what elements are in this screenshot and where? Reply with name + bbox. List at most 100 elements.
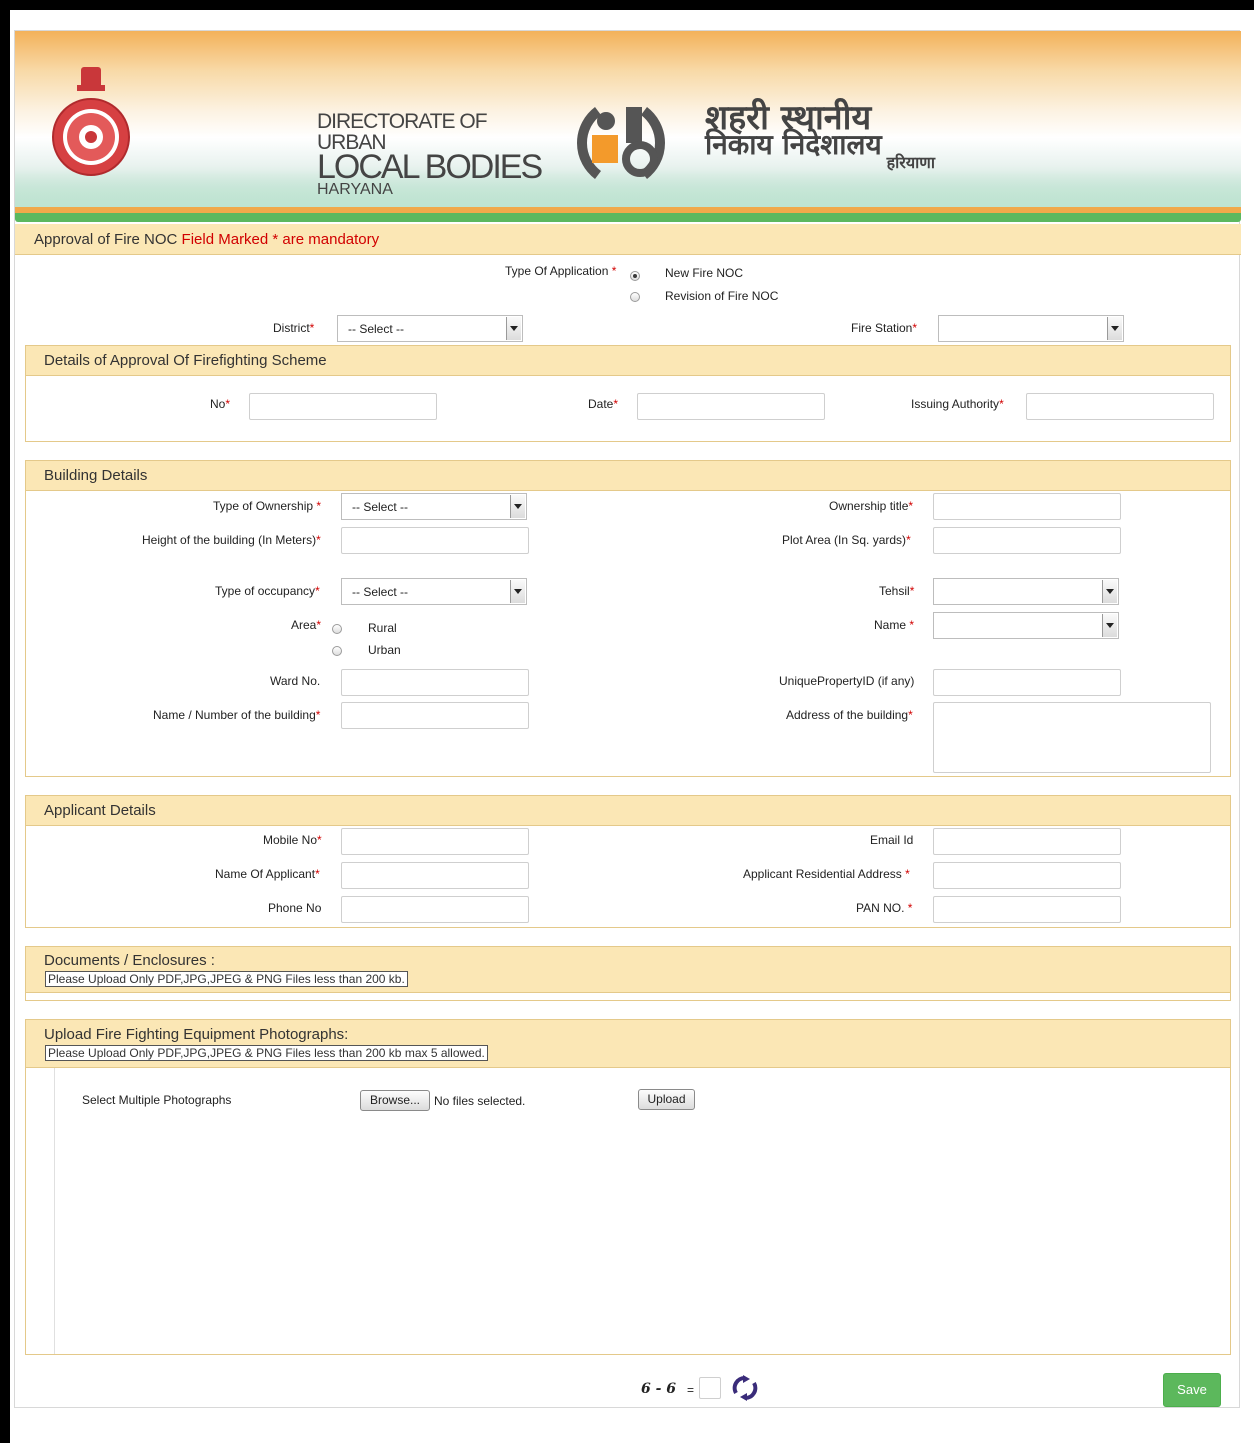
required-marker: * xyxy=(909,584,915,598)
phone-input[interactable] xyxy=(341,896,529,923)
scheme-no-label-text: No xyxy=(210,397,226,411)
form-title: Approval of Fire NOC Field Marked * are … xyxy=(34,231,379,248)
required-marker: * xyxy=(908,708,913,722)
unique-property-input[interactable] xyxy=(933,669,1121,696)
ward-label: Ward No. xyxy=(270,674,321,688)
required-marker: * xyxy=(909,618,915,632)
applicant-name-input[interactable] xyxy=(341,862,529,889)
noc-form-page: DIRECTORATE OF URBAN LOCAL BODIES HARYAN… xyxy=(14,30,1241,1408)
documents-note: Please Upload Only PDF,JPG,JPEG & PNG Fi… xyxy=(45,971,408,987)
name-label-text: Name xyxy=(874,618,910,632)
height-label: Height of the building (In Meters)* xyxy=(142,533,321,547)
phone-label: Phone No xyxy=(268,901,322,915)
mobile-label: Mobile No* xyxy=(263,833,322,847)
mobile-input[interactable] xyxy=(341,828,529,855)
scheme-date-label: Date* xyxy=(588,397,618,411)
height-label-text: Height of the building (In Meters) xyxy=(142,533,317,547)
applicant-name-label: Name Of Applicant* xyxy=(215,867,320,881)
district-label: District* xyxy=(273,321,314,335)
scheme-no-input[interactable] xyxy=(249,393,437,420)
occupancy-label-text: Type of occupancy xyxy=(215,584,316,598)
tehsil-label-text: Tehsil xyxy=(879,584,910,598)
chevron-down-icon xyxy=(506,317,521,340)
upload-button[interactable]: Upload xyxy=(638,1089,695,1110)
district-label-text: District xyxy=(273,321,310,335)
window-frame-top xyxy=(0,0,1254,10)
address-textarea[interactable] xyxy=(933,702,1211,773)
scheme-no-label: No* xyxy=(210,397,230,411)
name-label: Name * xyxy=(874,618,914,632)
refresh-icon[interactable] xyxy=(732,1375,758,1401)
radio-area-rural[interactable] xyxy=(332,624,342,634)
required-marker: * xyxy=(907,901,913,915)
captcha-equals: = xyxy=(687,1383,695,1397)
site-header: DIRECTORATE OF URBAN LOCAL BODIES HARYAN… xyxy=(15,31,1241,209)
email-label: Email Id xyxy=(870,833,914,847)
scheme-date-input[interactable] xyxy=(637,393,825,420)
issuing-authority-input[interactable] xyxy=(1026,393,1214,420)
chevron-down-icon xyxy=(510,495,525,518)
photos-note: Please Upload Only PDF,JPG,JPEG & PNG Fi… xyxy=(45,1045,488,1061)
plot-area-label-text: Plot Area (In Sq. yards) xyxy=(782,533,907,547)
building-name-input[interactable] xyxy=(341,702,529,729)
radio-area-urban[interactable] xyxy=(332,646,342,656)
area-rural-label: Rural xyxy=(368,621,397,635)
required-marker: * xyxy=(908,499,914,513)
building-name-label: Name / Number of the building* xyxy=(153,708,320,722)
issuing-authority-label-text: Issuing Authority xyxy=(911,397,1000,411)
occupancy-select[interactable]: -- Select -- xyxy=(341,578,527,605)
chevron-down-icon xyxy=(1102,614,1117,637)
header-green-stripe xyxy=(15,213,1241,222)
browse-button[interactable]: Browse... xyxy=(360,1090,430,1111)
email-input[interactable] xyxy=(933,828,1121,855)
required-marker: * xyxy=(912,321,918,335)
dulb-line2: LOCAL BODIES xyxy=(317,148,543,186)
haryana-emblem-icon xyxy=(52,67,130,176)
documents-heading-text: Documents / Enclosures : xyxy=(44,952,215,969)
unique-property-label: UniquePropertyID (if any) xyxy=(779,674,915,688)
application-type-label: Type Of Application * xyxy=(505,264,616,278)
save-button[interactable]: Save xyxy=(1163,1373,1221,1407)
fire-station-select[interactable] xyxy=(938,315,1124,342)
ownership-type-select[interactable]: -- Select -- xyxy=(341,493,527,520)
chevron-down-icon xyxy=(1102,580,1117,603)
issuing-authority-label: Issuing Authority* xyxy=(911,397,1004,411)
required-marker: * xyxy=(905,867,910,881)
name-select[interactable] xyxy=(933,612,1119,639)
district-select[interactable]: -- Select -- xyxy=(337,315,523,342)
residential-address-input[interactable] xyxy=(933,862,1121,889)
ownership-type-label-text: Type of Ownership xyxy=(213,499,317,513)
area-label-text: Area xyxy=(291,618,317,632)
radio-revision-fire-noc[interactable] xyxy=(630,292,640,302)
height-input[interactable] xyxy=(341,527,529,554)
ownership-title-input[interactable] xyxy=(933,493,1121,520)
tehsil-select[interactable] xyxy=(933,578,1119,605)
district-select-value: -- Select -- xyxy=(348,322,405,336)
hindi-wordmark: शहरी स्थानीय निकाय निदेशालय हरियाणा xyxy=(705,101,955,171)
plot-area-input[interactable] xyxy=(933,527,1121,554)
dulb-line1: DIRECTORATE OF URBAN xyxy=(317,110,488,154)
required-marker: * xyxy=(611,264,617,278)
scheme-panel-heading: Details of Approval Of Firefighting Sche… xyxy=(26,346,1230,376)
required-marker: * xyxy=(999,397,1004,411)
application-type-label-text: Type Of Application xyxy=(505,264,609,278)
required-marker: * xyxy=(315,867,320,881)
radio-new-fire-noc[interactable] xyxy=(630,271,640,281)
fire-station-label: Fire Station* xyxy=(851,321,917,335)
residential-address-label: Applicant Residential Address * xyxy=(743,867,910,881)
occupancy-value: -- Select -- xyxy=(352,585,409,599)
dulb-logo-icon xyxy=(577,107,665,179)
plot-area-label: Plot Area (In Sq. yards)* xyxy=(782,533,911,547)
required-marker: * xyxy=(316,533,321,547)
mobile-label-text: Mobile No xyxy=(263,833,318,847)
window-frame-left xyxy=(0,0,10,1443)
required-marker: * xyxy=(316,499,322,513)
tehsil-label: Tehsil* xyxy=(879,584,914,598)
photos-panel: Upload Fire Fighting Equipment Photograp… xyxy=(25,1019,1231,1355)
revision-fire-noc-label: Revision of Fire NOC xyxy=(665,289,779,303)
photos-inner-divider xyxy=(54,1068,55,1354)
pan-input[interactable] xyxy=(933,896,1121,923)
ward-input[interactable] xyxy=(341,669,529,696)
building-name-label-text: Name / Number of the building xyxy=(153,708,316,722)
captcha-input[interactable] xyxy=(699,1377,721,1399)
